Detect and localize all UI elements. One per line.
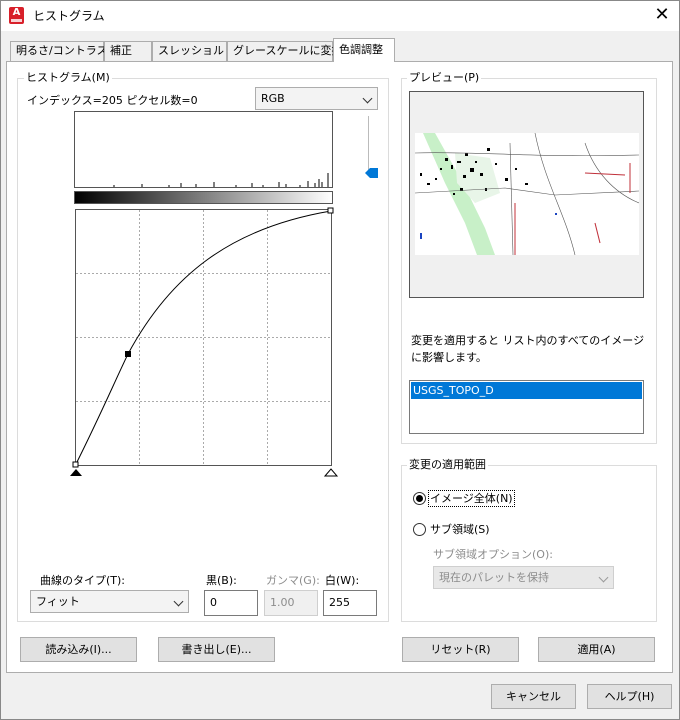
white-point-marker — [323, 468, 339, 477]
channel-select-value: RGB — [261, 92, 285, 105]
radio-entire-image[interactable] — [413, 492, 426, 505]
preview-note: 変更を適用すると リスト内のすべてのイメージに影響します。 — [411, 334, 645, 364]
sub-region-option-value: 現在のパレットを保持 — [439, 571, 549, 584]
gamma-label: ガンマ(G): — [266, 574, 320, 587]
black-input[interactable]: 0 — [204, 590, 258, 616]
curve-point-end — [327, 207, 334, 214]
chevron-down-icon — [362, 93, 373, 104]
curve-type-select[interactable]: フィット — [30, 590, 189, 613]
white-label: 白(W): — [325, 574, 360, 587]
tab-brightness-contrast[interactable]: 明るさ/コントラスト — [10, 41, 119, 61]
entire-image-label[interactable]: イメージ全体(N) — [428, 490, 515, 507]
image-list[interactable]: USGS_TOPO_D — [409, 380, 644, 434]
scope-group — [401, 465, 657, 622]
scope-group-label: 変更の適用範囲 — [407, 458, 488, 471]
curve-editor[interactable] — [70, 206, 340, 480]
title-bar: A ヒストグラム ✕ — [0, 0, 680, 31]
curve-point-mid — [125, 351, 131, 357]
histogram-chart — [74, 111, 333, 188]
image-list-item[interactable]: USGS_TOPO_D — [411, 382, 642, 399]
autocad-app-icon: A — [9, 7, 24, 24]
tab-color-adjust[interactable]: 色調調整 — [333, 38, 395, 62]
histogram-scale-slider[interactable] — [365, 167, 379, 179]
histogram-info: インデックス=205 ピクセル数=0 — [27, 94, 198, 107]
gradient-bar — [74, 191, 333, 204]
white-input[interactable]: 255 — [323, 590, 377, 616]
gamma-input[interactable]: 1.00 — [264, 590, 318, 616]
radio-sub-region[interactable] — [413, 523, 426, 536]
help-button[interactable]: ヘルプ(H) — [587, 684, 672, 709]
sub-region-option-select[interactable]: 現在のパレットを保持 — [433, 566, 614, 589]
channel-select[interactable]: RGB — [255, 87, 378, 110]
black-point-marker — [70, 469, 82, 476]
close-icon[interactable]: ✕ — [650, 4, 674, 26]
chevron-down-icon — [173, 596, 184, 607]
histogram-scale-track[interactable] — [368, 116, 376, 170]
chevron-down-icon — [598, 572, 609, 583]
curve-point-start — [72, 461, 79, 468]
curve-type-label: 曲線のタイプ(T): — [40, 574, 126, 587]
tab-correction[interactable]: 補正 — [104, 41, 152, 61]
load-button[interactable]: 読み込み(I)... — [20, 637, 137, 662]
preview-group-label: プレビュー(P) — [407, 71, 482, 84]
tab-threshold[interactable]: スレッショルド — [152, 41, 235, 61]
export-button[interactable]: 書き出し(E)... — [158, 637, 275, 662]
black-label: 黒(B): — [206, 574, 237, 587]
curve-type-value: フィット — [36, 595, 80, 608]
histogram-group-label: ヒストグラム(M) — [24, 71, 112, 84]
window-title: ヒストグラム — [33, 9, 105, 23]
cancel-button[interactable]: キャンセル — [491, 684, 576, 709]
sub-region-label[interactable]: サブ領域(S) — [430, 523, 490, 536]
preview-image — [415, 133, 639, 255]
reset-button[interactable]: リセット(R) — [402, 637, 519, 662]
sub-region-option-label: サブ領域オプション(O): — [433, 548, 553, 561]
apply-button[interactable]: 適用(A) — [538, 637, 655, 662]
tab-grayscale[interactable]: グレースケールに変換 — [227, 41, 342, 61]
